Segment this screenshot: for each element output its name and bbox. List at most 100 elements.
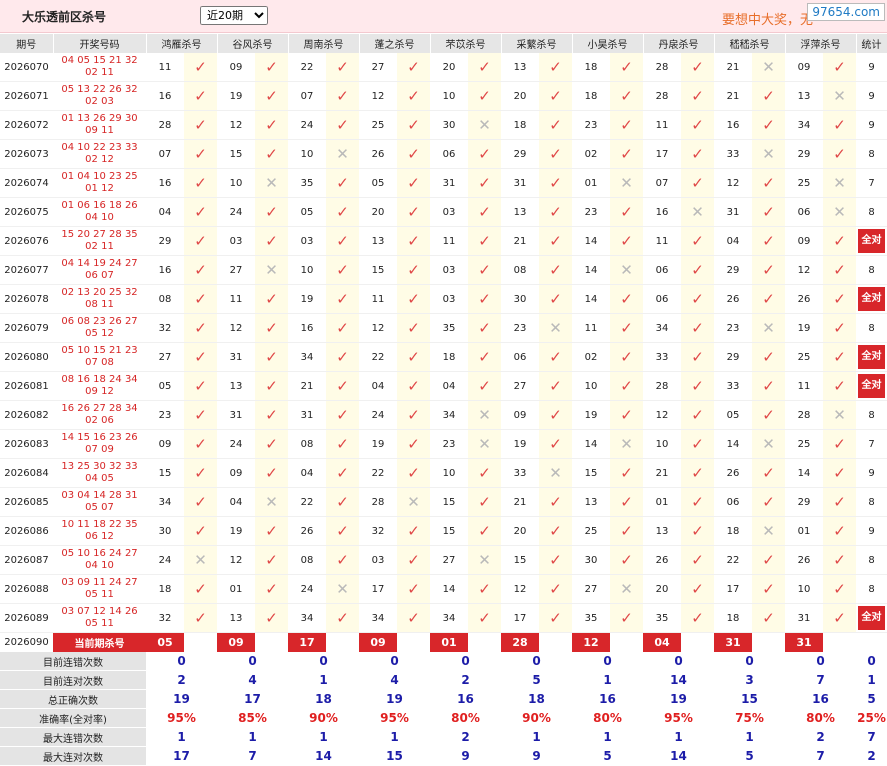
stats-value: 14 <box>643 670 714 690</box>
period-range-select[interactable]: 近20期 <box>200 6 268 25</box>
kill-number: 16 <box>288 313 326 343</box>
table-row: 2026081 08 16 18 24 34 09 12 05 ✓ 13 ✓ 21 ✓ 04 ✓ 04… <box>0 371 887 401</box>
current-kill-number: 17 <box>288 632 326 652</box>
stats-value: 1 <box>501 727 572 747</box>
check-icon: ✓ <box>539 168 572 198</box>
kill-number: 31 <box>288 400 326 430</box>
kill-number: 11 <box>146 53 184 82</box>
kill-number: 02 <box>572 342 610 372</box>
check-icon: ✓ <box>255 139 288 169</box>
kill-number: 16 <box>146 255 184 285</box>
kill-number: 15 <box>572 458 610 488</box>
kill-number: 18 <box>146 574 184 604</box>
stats-value: 1 <box>359 727 430 747</box>
kill-number: 15 <box>430 516 468 546</box>
kill-number: 24 <box>146 545 184 575</box>
check-icon: ✓ <box>823 313 856 343</box>
kill-number: 14 <box>785 458 823 488</box>
kill-number: 14 <box>572 429 610 459</box>
kill-number: 04 <box>146 197 184 227</box>
check-icon: ✓ <box>255 429 288 459</box>
cross-icon: ✕ <box>823 81 856 111</box>
column-header: 统计 <box>856 34 887 53</box>
check-icon: ✓ <box>610 313 643 343</box>
kill-number: 05 <box>359 168 397 198</box>
award-number-line: 03 09 11 24 27 <box>61 577 138 588</box>
kill-number: 24 <box>359 400 397 430</box>
stats-value: 0 <box>288 652 359 671</box>
kill-number: 14 <box>572 284 610 314</box>
check-icon: ✓ <box>681 168 714 198</box>
row-statistic: 全对 <box>856 342 887 372</box>
table-row: 2026089 03 07 12 14 26 05 11 32 ✓ 13 ✓ 34 ✓ 34 ✓ 34… <box>0 603 887 633</box>
kill-number: 27 <box>572 574 610 604</box>
column-header: 周南杀号 <box>288 34 360 53</box>
kill-number: 17 <box>501 603 539 633</box>
award-numbers: 08 16 18 24 34 09 12 <box>53 371 146 401</box>
kill-number: 33 <box>643 342 681 372</box>
kill-number: 10 <box>430 81 468 111</box>
kill-number: 15 <box>146 458 184 488</box>
award-number-line: 01 13 26 29 30 <box>61 113 138 124</box>
kill-number: 12 <box>217 313 255 343</box>
award-number-line: 09 12 <box>85 386 114 397</box>
check-icon: ✓ <box>610 81 643 111</box>
check-icon: ✓ <box>397 603 430 633</box>
award-number-line: 07 08 <box>85 357 114 368</box>
check-icon: ✓ <box>539 574 572 604</box>
award-number-line: 02 06 <box>85 415 114 426</box>
kill-number: 01 <box>572 168 610 198</box>
kill-number: 33 <box>501 458 539 488</box>
check-icon: ✓ <box>610 110 643 140</box>
kill-number: 19 <box>217 516 255 546</box>
check-icon: ✓ <box>468 81 501 111</box>
kill-number: 03 <box>430 284 468 314</box>
row-statistic: 8 <box>856 313 887 343</box>
check-icon: ✓ <box>326 53 359 82</box>
kill-number: 13 <box>217 603 255 633</box>
current-kill-number: 09 <box>217 632 255 652</box>
kill-number: 12 <box>643 400 681 430</box>
kill-number: 31 <box>785 603 823 633</box>
column-header: 开奖号码 <box>53 34 147 53</box>
check-icon: ✓ <box>752 371 785 401</box>
check-icon: ✓ <box>397 284 430 314</box>
kill-number: 25 <box>785 168 823 198</box>
cross-icon: ✕ <box>823 197 856 227</box>
current-kill-number: 31 <box>714 632 752 652</box>
award-numbers: 15 20 27 28 35 02 11 <box>53 226 146 256</box>
stats-value: 0 <box>856 652 887 671</box>
check-icon: ✓ <box>681 139 714 169</box>
check-icon: ✓ <box>752 574 785 604</box>
check-icon: ✓ <box>823 110 856 140</box>
award-number-line: 04 10 <box>85 212 114 223</box>
check-icon: ✓ <box>326 255 359 285</box>
current-kill-number: 31 <box>785 632 823 652</box>
check-icon: ✓ <box>397 226 430 256</box>
check-icon: ✓ <box>539 603 572 633</box>
award-number-line: 05 13 22 26 32 <box>61 84 138 95</box>
check-icon: ✓ <box>610 516 643 546</box>
kill-number: 29 <box>785 487 823 517</box>
check-icon: ✓ <box>184 516 217 546</box>
kill-number: 21 <box>714 53 752 82</box>
kill-number: 01 <box>217 574 255 604</box>
check-icon: ✓ <box>326 110 359 140</box>
cross-icon: ✕ <box>539 313 572 343</box>
table-row: 2026082 16 26 27 28 34 02 06 23 ✓ 31 ✓ 31 ✓ 24 ✓ 34… <box>0 400 887 430</box>
award-numbers: 14 15 16 23 26 07 09 <box>53 429 146 459</box>
kill-number: 18 <box>501 110 539 140</box>
kill-number: 28 <box>359 487 397 517</box>
stats-value: 5 <box>501 670 572 690</box>
check-icon: ✓ <box>184 574 217 604</box>
current-period-row: 2026090 当前期杀号 05 09 17 09 01 28 12 04 31 31 <box>0 632 887 652</box>
award-number-line: 02 11 <box>85 67 114 78</box>
check-icon: ✓ <box>397 400 430 430</box>
stats-value: 7 <box>785 746 856 766</box>
award-number-line: 06 08 23 26 27 <box>61 316 138 327</box>
table-row: 2026084 13 25 30 32 33 04 05 15 ✓ 09 ✓ 04 ✓ 22 ✓ 10… <box>0 458 887 488</box>
check-icon: ✓ <box>184 81 217 111</box>
kill-number: 32 <box>146 603 184 633</box>
kill-number: 12 <box>217 545 255 575</box>
check-icon: ✓ <box>184 53 217 82</box>
